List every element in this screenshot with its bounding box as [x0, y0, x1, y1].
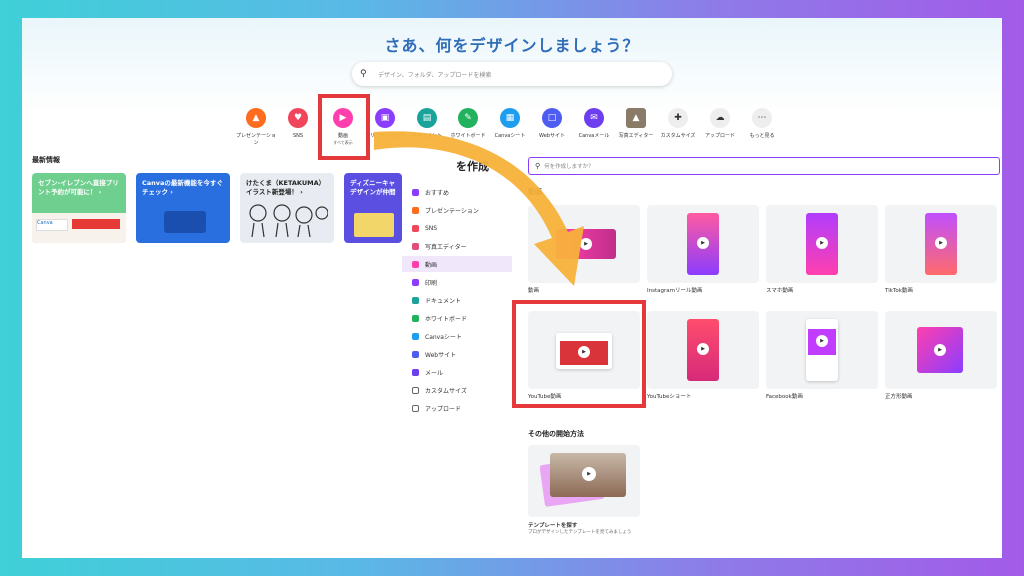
canva-home: さあ、何をデザインしましょう？ ⚲ デザイン、フォルダ、アップロードを検索 ▲ …: [22, 18, 1002, 558]
annotation-arrow: [374, 131, 584, 286]
